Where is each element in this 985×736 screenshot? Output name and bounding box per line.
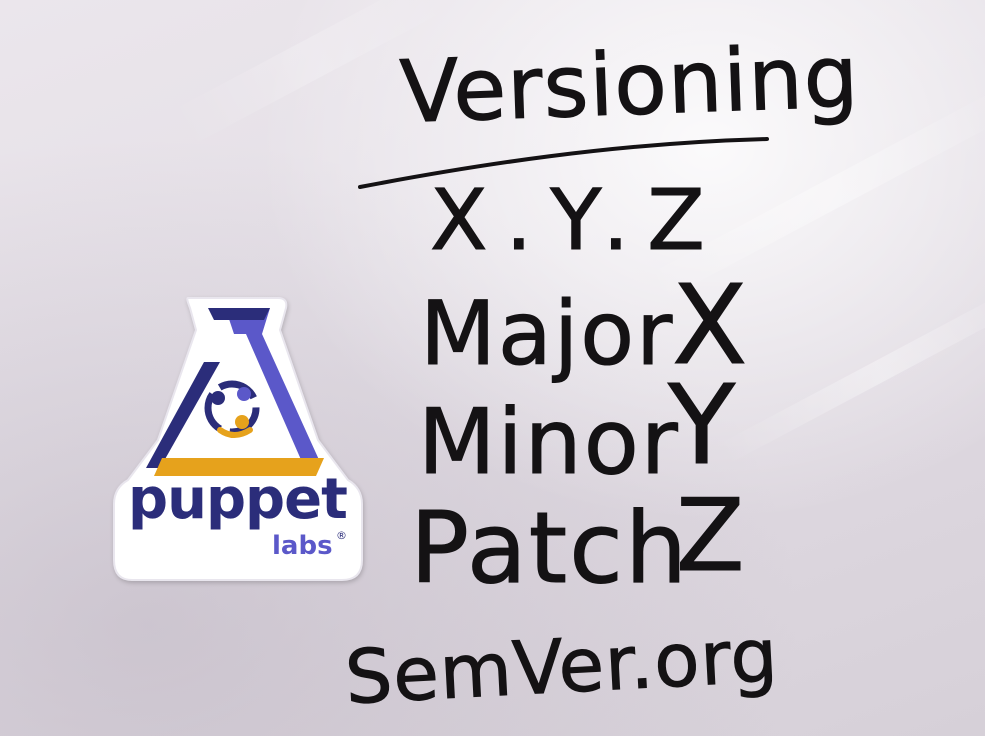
whiteboard-title: Versioning	[398, 27, 861, 144]
patch-value: Z	[676, 477, 747, 594]
registered-mark: ®	[336, 529, 347, 542]
minor-value: Y	[667, 361, 738, 489]
flask-lip	[208, 308, 270, 320]
light-glare	[715, 276, 985, 466]
major-label: Major	[419, 282, 675, 385]
minor-label: Minor	[418, 390, 680, 495]
whiteboard-photo: Versioning X.Y.Z Major X Minor Y Patch Z…	[0, 0, 985, 736]
sticker-brand-labs: labs	[272, 531, 333, 561]
version-format: X.Y.Z	[430, 171, 723, 269]
patch-label: Patch	[409, 492, 690, 606]
sticker-brand-puppet: puppet	[128, 467, 348, 532]
semver-url: SemVer.org	[343, 612, 781, 722]
